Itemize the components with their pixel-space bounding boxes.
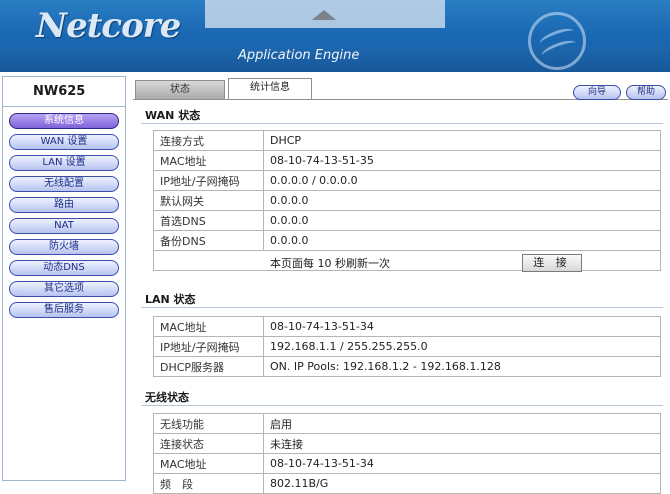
collapse-up-icon xyxy=(312,10,336,20)
row-value: 未连接 xyxy=(263,433,661,454)
row-label: 默认网关 xyxy=(153,190,264,211)
row-label: MAC地址 xyxy=(153,150,264,171)
sidebar-item-nat[interactable]: NAT xyxy=(9,218,119,234)
row-label: DHCP服务器 xyxy=(153,356,264,377)
sidebar-item-firewall[interactable]: 防火墙 xyxy=(9,239,119,255)
row-value: 08-10-74-13-51-34 xyxy=(263,453,661,474)
table-row: 首选DNS 0.0.0.0 xyxy=(153,210,661,231)
wan-section-title: WAN 状态 xyxy=(145,109,201,122)
sidebar-item-ddns[interactable]: 动态DNS xyxy=(9,260,119,276)
help-button[interactable]: 帮助 xyxy=(626,85,666,100)
app-header: Netcore Application Engine xyxy=(0,0,670,72)
row-value: 0.0.0.0 xyxy=(263,190,661,211)
collapse-header-tab[interactable] xyxy=(205,0,445,28)
table-row: IP地址/子网掩码 192.168.1.1 / 255.255.255.0 xyxy=(153,336,661,357)
header-subtitle: Application Engine xyxy=(238,48,360,63)
tab-status[interactable]: 状态 xyxy=(135,80,225,99)
lan-status-table: MAC地址 08-10-74-13-51-34 IP地址/子网掩码 192.16… xyxy=(153,316,661,377)
row-value: ON. IP Pools: 192.168.1.2 - 192.168.1.12… xyxy=(263,356,661,377)
sidebar-item-system-info[interactable]: 系统信息 xyxy=(9,113,119,129)
section-divider xyxy=(141,307,663,308)
table-row: 连接状态 未连接 xyxy=(153,433,661,454)
sidebar-item-routing[interactable]: 路由 xyxy=(9,197,119,213)
lan-section-title: LAN 状态 xyxy=(145,293,196,306)
section-divider xyxy=(141,123,663,124)
sidebar-item-wan-settings[interactable]: WAN 设置 xyxy=(9,134,119,150)
refresh-note: 本页面每 10 秒刷新一次 xyxy=(270,257,390,270)
refresh-row: 本页面每 10 秒刷新一次 连 接 xyxy=(153,250,661,272)
sidebar-item-other-options[interactable]: 其它选项 xyxy=(9,281,119,297)
table-row: 无线功能 启用 xyxy=(153,413,661,434)
device-model: NW625 xyxy=(3,77,125,107)
row-value: 802.11B/G xyxy=(263,473,661,494)
row-label: MAC地址 xyxy=(153,453,264,474)
table-row: MAC地址 08-10-74-13-51-34 xyxy=(153,453,661,474)
wireless-section-title: 无线状态 xyxy=(145,391,189,404)
row-value: DHCP xyxy=(263,130,661,151)
refresh-cell: 本页面每 10 秒刷新一次 连 接 xyxy=(153,250,661,272)
sidebar-item-after-sales[interactable]: 售后服务 xyxy=(9,302,119,318)
main-panel: 状态 统计信息 向导 帮助 WAN 状态 连接方式 DHCP MAC地址 08-… xyxy=(133,78,668,494)
tab-statistics[interactable]: 统计信息 xyxy=(228,78,312,100)
guide-button[interactable]: 向导 xyxy=(573,85,621,100)
netcore-logo: Netcore xyxy=(36,6,181,46)
table-row: 默认网关 0.0.0.0 xyxy=(153,190,661,211)
row-label: IP地址/子网掩码 xyxy=(153,336,264,357)
section-divider xyxy=(141,405,663,406)
table-row: DHCP服务器 ON. IP Pools: 192.168.1.2 - 192.… xyxy=(153,356,661,377)
table-row: 连接方式 DHCP xyxy=(153,130,661,151)
row-label: 首选DNS xyxy=(153,210,264,231)
row-value: 08-10-74-13-51-35 xyxy=(263,150,661,171)
sidebar: NW625 系统信息 WAN 设置 LAN 设置 无线配置 路由 NAT 防火墙… xyxy=(2,76,126,481)
table-row: MAC地址 08-10-74-13-51-34 xyxy=(153,316,661,337)
row-label: 频 段 xyxy=(153,473,264,494)
sidebar-item-lan-settings[interactable]: LAN 设置 xyxy=(9,155,119,171)
row-label: 备份DNS xyxy=(153,230,264,251)
row-value: 192.168.1.1 / 255.255.255.0 xyxy=(263,336,661,357)
row-value: 0.0.0.0 / 0.0.0.0 xyxy=(263,170,661,191)
row-label: 连接方式 xyxy=(153,130,264,151)
wireless-status-table: 无线功能 启用 连接状态 未连接 MAC地址 08-10-74-13-51-34… xyxy=(153,413,661,494)
connect-button[interactable]: 连 接 xyxy=(522,254,582,272)
row-label: 连接状态 xyxy=(153,433,264,454)
sidebar-nav: 系统信息 WAN 设置 LAN 设置 无线配置 路由 NAT 防火墙 动态DNS… xyxy=(3,107,125,318)
table-row: MAC地址 08-10-74-13-51-35 xyxy=(153,150,661,171)
table-row: 频 段 802.11B/G xyxy=(153,473,661,494)
row-value: 启用 xyxy=(263,413,661,434)
row-label: MAC地址 xyxy=(153,316,264,337)
row-value: 0.0.0.0 xyxy=(263,210,661,231)
globe-logo-icon xyxy=(528,12,586,70)
wan-status-table: 连接方式 DHCP MAC地址 08-10-74-13-51-35 IP地址/子… xyxy=(153,130,661,272)
table-row: 备份DNS 0.0.0.0 xyxy=(153,230,661,251)
row-label: 无线功能 xyxy=(153,413,264,434)
row-label: IP地址/子网掩码 xyxy=(153,170,264,191)
row-value: 08-10-74-13-51-34 xyxy=(263,316,661,337)
row-value: 0.0.0.0 xyxy=(263,230,661,251)
sidebar-item-wireless-config[interactable]: 无线配置 xyxy=(9,176,119,192)
table-row: IP地址/子网掩码 0.0.0.0 / 0.0.0.0 xyxy=(153,170,661,191)
